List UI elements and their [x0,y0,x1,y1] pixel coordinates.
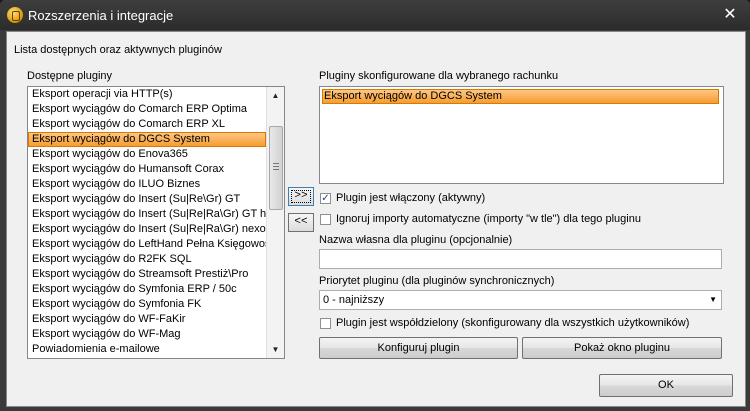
chevron-down-icon[interactable]: ▼ [709,291,717,309]
scroll-thumb[interactable] [269,126,283,210]
close-icon[interactable]: ✕ [722,7,738,23]
show-plugin-window-button[interactable]: Pokaż okno pluginu [522,337,722,359]
ignore-auto-import-checkbox[interactable] [320,214,331,225]
remove-plugin-button[interactable]: << [288,213,314,232]
plugins-dialog: Rozszerzenia i integracje ✕ Lista dostęp… [0,0,750,411]
available-plugins-scrollbar[interactable]: ▲ ▼ [266,87,284,358]
available-plugin-item[interactable]: Eksport wyciągów do Comarch ERP XL [28,117,266,132]
configured-plugins-label: Pluginy skonfigurowane dla wybranego rac… [319,70,559,82]
available-plugin-item[interactable]: Eksport wyciągów do Comarch ERP Optima [28,102,266,117]
available-plugin-item[interactable]: Eksport wyciągów do Symfonia FK [28,297,266,312]
available-plugin-item[interactable]: Eksport operacji via HTTP(s) [28,87,266,102]
title-bar[interactable]: Rozszerzenia i integracje ✕ [0,0,750,30]
available-plugin-item[interactable]: Eksport wyciągów do DGCS System [28,132,266,147]
available-plugin-item[interactable]: Eksport wyciągów do Insert (Su|Re|Ra\Gr)… [28,207,266,222]
available-plugin-item[interactable]: Eksport wyciągów do Insert (Su|Re|Ra\Gr)… [28,222,266,237]
available-plugin-item[interactable]: Eksport wyciągów do Symfonia ERP / 50c [28,282,266,297]
available-plugin-item[interactable]: Eksport wyciągów do ILUO Biznes [28,177,266,192]
available-plugin-item[interactable]: Powiadomienia e-mailowe [28,342,266,357]
priority-value: 0 - najniższy [323,294,385,306]
available-plugin-item[interactable]: Eksport wyciągów do LeftHand Pełna Księg… [28,237,266,252]
configure-plugin-button[interactable]: Konfiguruj plugin [319,337,518,359]
priority-label: Priorytet pluginu (dla pluginów synchron… [319,275,555,287]
configured-plugin-item[interactable]: Eksport wyciągów do DGCS System [322,89,719,104]
priority-select[interactable]: 0 - najniższy ▼ [319,290,722,310]
enabled-label: Plugin jest włączony (aktywny) [336,192,486,204]
app-icon [7,7,23,23]
dialog-body: Lista dostępnych oraz aktywnych pluginów… [6,31,746,407]
available-plugin-item[interactable]: Eksport wyciągów do R2FK SQL [28,252,266,267]
window-title: Rozszerzenia i integracje [28,8,174,23]
available-plugin-item[interactable]: Eksport wyciągów do Enova365 [28,147,266,162]
scroll-down-icon[interactable]: ▼ [267,341,284,358]
available-plugin-item[interactable]: Eksport wyciągów do Humansoft Corax [28,162,266,177]
available-plugin-item[interactable]: Eksport wyciągów do WF-Mag [28,327,266,342]
custom-name-label: Nazwa własna dla pluginu (opcjonalnie) [319,234,513,246]
shared-checkbox[interactable] [320,318,331,329]
add-plugin-button[interactable]: >> [288,187,314,206]
available-plugin-item[interactable]: Eksport wyciągów do WF-FaKir [28,312,266,327]
available-plugins-list[interactable]: Eksport operacji via HTTP(s) Eksport wyci… [27,86,285,359]
enabled-checkbox[interactable]: ✓ [320,193,331,204]
available-plugin-item[interactable]: Eksport wyciągów do Insert (Su|Re\Gr) GT [28,192,266,207]
header-label: Lista dostępnych oraz aktywnych pluginów [14,44,222,56]
custom-name-input[interactable] [319,249,722,269]
shared-label: Plugin jest współdzielony (skonfigurowan… [336,317,690,329]
available-plugin-item[interactable]: Eksport wyciągów do Streamsoft Prestiż\P… [28,267,266,282]
ignore-auto-import-label: Ignoruj importy automatyczne (importy "w… [336,213,641,225]
available-plugins-items: Eksport operacji via HTTP(s) Eksport wyci… [28,87,266,358]
scroll-up-icon[interactable]: ▲ [267,87,284,104]
configured-plugins-list[interactable]: Eksport wyciągów do DGCS System [319,86,724,184]
ok-button[interactable]: OK [599,374,733,397]
available-plugins-label: Dostępne pluginy [27,70,113,82]
